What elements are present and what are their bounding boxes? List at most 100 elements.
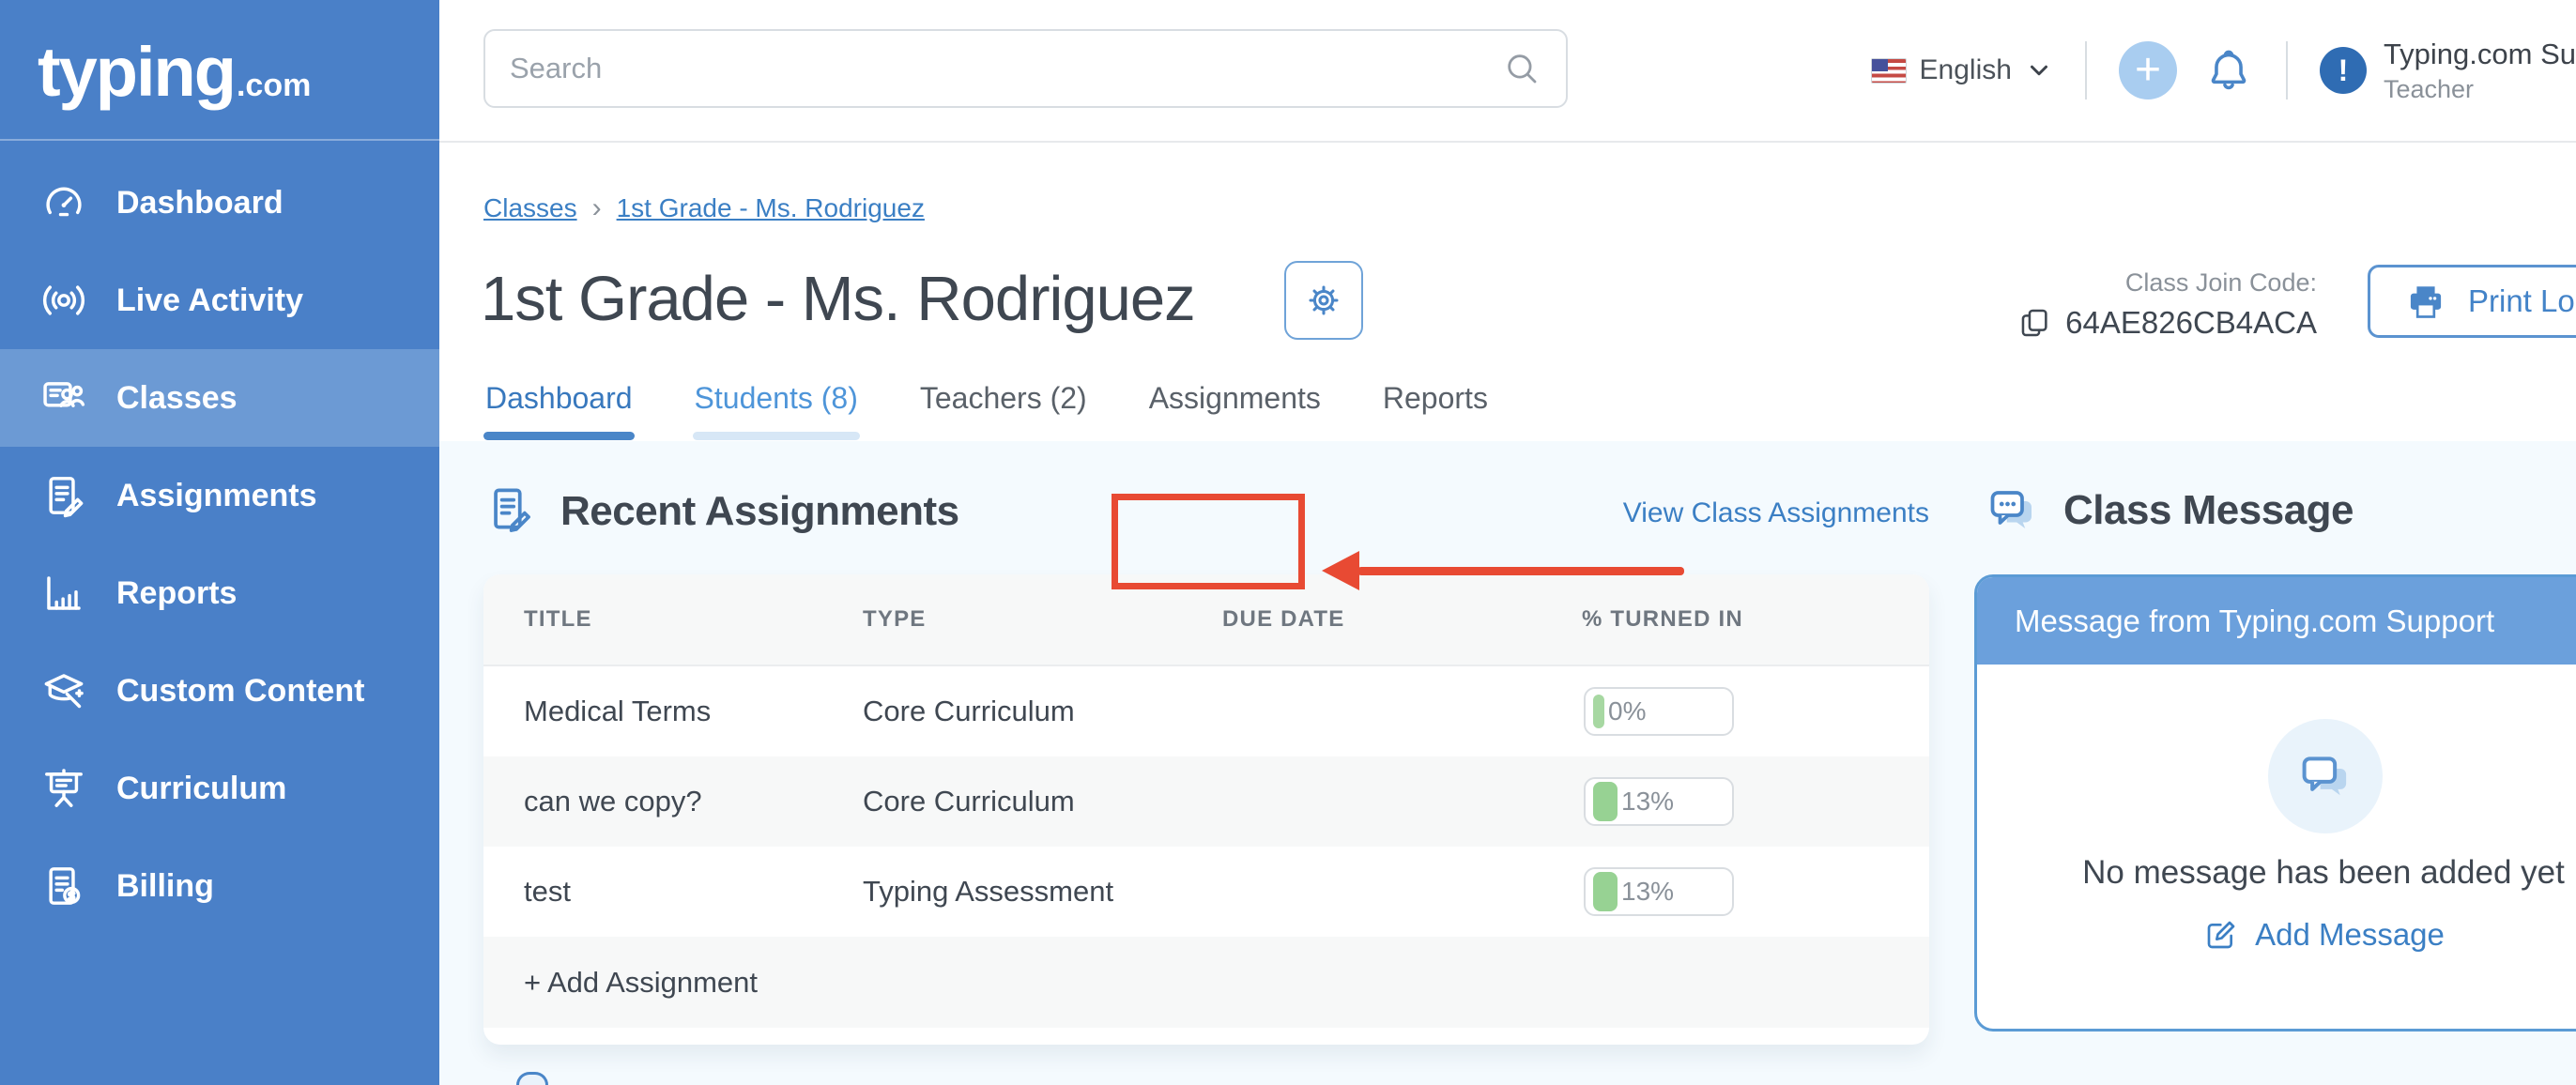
- table-row[interactable]: test Typing Assessment 13%: [483, 847, 1929, 937]
- chevron-down-icon: [2025, 56, 2053, 84]
- user-name: Typing.com Su: [2384, 38, 2576, 71]
- main-area: Classes › 1st Grade - Ms. Rodriguez 1st …: [439, 143, 2576, 1085]
- add-message-label: Add Message: [2255, 917, 2445, 953]
- column-header-turned-in: % TURNED IN: [1582, 606, 1929, 633]
- message-card-body: No message has been added yet Add Messag…: [1977, 665, 2576, 1032]
- sidebar-item-classes[interactable]: Classes: [0, 349, 439, 447]
- sidebar-item-label: Classes: [116, 380, 238, 417]
- printer-icon: [2404, 280, 2447, 323]
- annotation-arrow-icon: [1322, 551, 1359, 590]
- sidebar-item-label: Live Activity: [116, 283, 303, 319]
- class-message-header: Class Message: [1985, 482, 2354, 539]
- edit-pencil-icon: [2202, 916, 2240, 954]
- sidebar-item-billing[interactable]: Billing: [0, 837, 439, 935]
- page-title: 1st Grade - Ms. Rodriguez: [481, 263, 1195, 335]
- sidebar-nav: Dashboard Live Activity Classes Assignme…: [0, 154, 439, 935]
- add-button[interactable]: +: [2119, 41, 2177, 99]
- tab-reports[interactable]: Reports: [1381, 375, 1490, 440]
- tab-students[interactable]: Students (8): [693, 375, 860, 440]
- recent-assignments-title: Recent Assignments: [560, 488, 959, 535]
- sidebar-item-reports[interactable]: Reports: [0, 544, 439, 642]
- sidebar-item-custom-content[interactable]: Custom Content: [0, 642, 439, 740]
- column-header-type: TYPE: [863, 606, 1222, 633]
- chat-bubbles-icon: [1985, 482, 2041, 539]
- assignment-type: Typing Assessment: [863, 875, 1222, 909]
- table-row[interactable]: Medical Terms Core Curriculum 0%: [483, 666, 1929, 756]
- class-join-code: Class Join Code: 64AE826CB4ACA: [2016, 268, 2317, 341]
- tab-assignments[interactable]: Assignments: [1147, 375, 1323, 440]
- curriculum-board-icon: [39, 764, 88, 813]
- search-icon: [1502, 49, 1541, 88]
- add-assignment-row[interactable]: + Add Assignment: [483, 937, 1929, 1028]
- us-flag-icon: [1871, 58, 1907, 84]
- notifications-bell-icon[interactable]: [2203, 45, 2254, 96]
- turned-in-progress: 13%: [1584, 777, 1734, 826]
- print-login-button[interactable]: Print Login: [2368, 265, 2576, 338]
- divider: [2085, 41, 2087, 99]
- view-class-assignments-link[interactable]: View Class Assignments: [1623, 497, 1929, 535]
- progress-value: 13%: [1621, 787, 1674, 817]
- progress-bar: [1593, 695, 1604, 728]
- class-message-card: Message from Typing.com Support No messa…: [1974, 574, 2576, 1032]
- billing-icon: [39, 862, 88, 910]
- message-card-header: Message from Typing.com Support: [1977, 577, 2576, 665]
- table-row[interactable]: can we copy? Core Curriculum 13%: [483, 756, 1929, 847]
- progress-value: 0%: [1608, 696, 1646, 726]
- tab-teachers[interactable]: Teachers (2): [918, 375, 1089, 440]
- sidebar-item-label: Dashboard: [116, 185, 284, 222]
- gear-icon: [1302, 279, 1345, 322]
- sidebar-item-live-activity[interactable]: Live Activity: [0, 252, 439, 349]
- progress-value: 13%: [1621, 877, 1674, 907]
- sidebar-item-assignments[interactable]: Assignments: [0, 447, 439, 544]
- custom-content-icon: [39, 666, 88, 715]
- assignment-type: Core Curriculum: [863, 695, 1222, 728]
- user-avatar[interactable]: !: [2320, 47, 2367, 94]
- language-label: English: [1920, 54, 2012, 86]
- sidebar-item-curriculum[interactable]: Curriculum: [0, 740, 439, 837]
- add-message-link[interactable]: Add Message: [1977, 916, 2576, 954]
- join-code-value: 64AE826CB4ACA: [2065, 305, 2317, 341]
- empty-message-text: No message has been added yet: [1977, 854, 2576, 892]
- reports-bar-chart-icon: [39, 569, 88, 618]
- classes-icon: [39, 374, 88, 422]
- dashboard-gauge-icon: [39, 178, 88, 227]
- assignments-icon: [39, 471, 88, 520]
- search-input[interactable]: [510, 52, 1502, 85]
- print-login-label: Print Login: [2468, 283, 2576, 319]
- assignment-title: can we copy?: [524, 785, 863, 818]
- breadcrumb-separator: ›: [592, 192, 602, 224]
- logo-tld-text: .com: [237, 68, 311, 104]
- sidebar-item-label: Assignments: [116, 478, 317, 514]
- column-header-due-date: DUE DATE: [1222, 606, 1582, 633]
- breadcrumb-class-link[interactable]: 1st Grade - Ms. Rodriguez: [617, 193, 925, 223]
- topbar-right: English + ! Typing.com Su Teacher: [1871, 0, 2576, 141]
- language-selector[interactable]: English: [1871, 54, 2053, 86]
- typing-com-logo[interactable]: typing .com: [0, 0, 439, 141]
- sidebar-item-dashboard[interactable]: Dashboard: [0, 154, 439, 252]
- content-area: Recent Assignments View Class Assignment…: [439, 441, 2576, 1085]
- sidebar-item-label: Billing: [116, 868, 214, 905]
- user-block[interactable]: Typing.com Su Teacher: [2384, 38, 2576, 104]
- copy-icon[interactable]: [2016, 305, 2052, 341]
- column-header-title: TITLE: [524, 606, 863, 633]
- sidebar: typing .com Dashboard Live Activity Clas…: [0, 0, 439, 1085]
- assignment-doc-pencil-icon: [483, 482, 536, 535]
- turned-in-progress: 0%: [1584, 687, 1734, 736]
- live-activity-icon: [39, 276, 88, 325]
- progress-bar: [1593, 872, 1618, 911]
- sidebar-item-label: Custom Content: [116, 673, 364, 710]
- progress-bar: [1593, 782, 1618, 821]
- next-section-icon-fragment: [516, 1072, 548, 1085]
- sidebar-item-label: Curriculum: [116, 771, 286, 807]
- class-tabs: Dashboard Students (8) Teachers (2) Assi…: [483, 375, 1490, 440]
- class-settings-button[interactable]: [1284, 261, 1363, 340]
- annotation-arrow-line: [1357, 567, 1684, 575]
- breadcrumb-classes-link[interactable]: Classes: [483, 193, 577, 223]
- tab-dashboard[interactable]: Dashboard: [483, 375, 635, 440]
- assignment-type: Core Curriculum: [863, 785, 1222, 818]
- chat-bubbles-icon: [2295, 746, 2355, 806]
- sidebar-item-label: Reports: [116, 575, 237, 612]
- user-role: Teacher: [2384, 75, 2576, 104]
- assignment-title: test: [524, 875, 863, 909]
- logo-text: typing: [38, 32, 235, 112]
